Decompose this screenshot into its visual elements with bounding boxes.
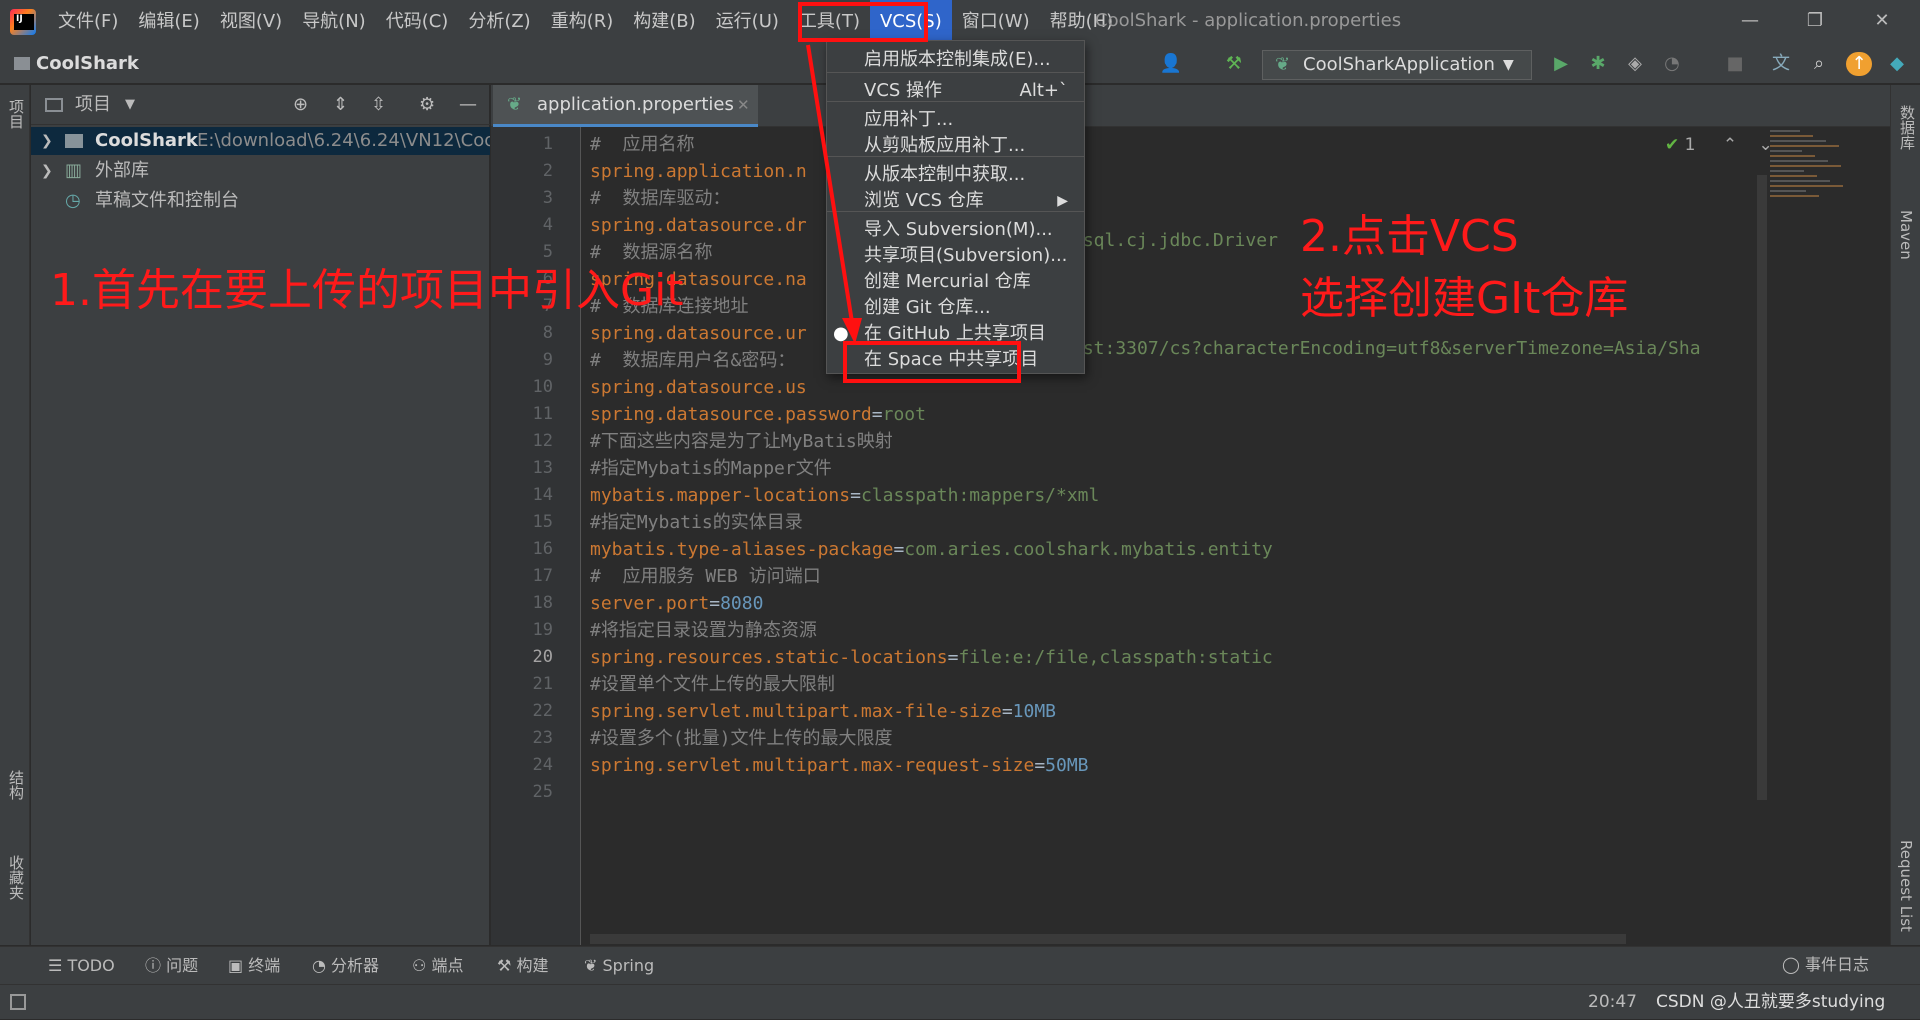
- terminal-icon: ▣: [228, 956, 249, 975]
- toolwindow-label: 问题: [166, 956, 199, 975]
- watermark-text: CSDN @人丑就要多studying: [1656, 992, 1886, 1012]
- toolwindow-label: 构建: [516, 956, 549, 975]
- toolwindow-label: 端点: [431, 956, 464, 975]
- toolwindow-2[interactable]: ▣ 终端: [228, 947, 280, 985]
- build-icon: ⚒: [497, 956, 517, 975]
- event-log-button[interactable]: ◯ 事件日志: [1782, 946, 1869, 984]
- toolwindow-4[interactable]: ⚇ 端点: [412, 947, 463, 985]
- layout-icon[interactable]: [10, 994, 26, 1010]
- annotation-arrow: [806, 44, 862, 344]
- event-log-label: 事件日志: [1805, 955, 1870, 974]
- toolwindow-label: 分析器: [331, 956, 380, 975]
- tool-window-bar: ☰ TODO ⓘ 问题 ▣ 终端 ◔ 分析器 ⚇ 端点 ⚒ 构建 ❦ Spring: [0, 946, 1920, 984]
- endpoints-icon: ⚇: [412, 956, 432, 975]
- toolwindow-3[interactable]: ◔ 分析器: [312, 947, 379, 985]
- toolwindow-0[interactable]: ☰ TODO: [48, 947, 115, 985]
- toolwindow-label: 终端: [248, 956, 281, 975]
- toolwindow-label: TODO: [67, 956, 115, 975]
- toolwindow-6[interactable]: ❦ Spring: [584, 947, 654, 985]
- annotation-step2-line2: 选择创建GIt仓库: [1300, 273, 1629, 324]
- status-bar: 20:47 CSDN @人丑就要多studying: [0, 984, 1920, 1019]
- caret-time: 20:47: [1588, 992, 1637, 1012]
- toolwindow-5[interactable]: ⚒ 构建: [497, 947, 548, 985]
- event-log-icon: ◯: [1782, 955, 1800, 974]
- annotation-step2-line1: 2.点击VCS: [1300, 211, 1519, 262]
- toolwindow-label: Spring: [602, 956, 655, 975]
- annotation-step1: 1.首先在要上传的项目中引入Git: [50, 265, 684, 316]
- spring-icon: ❦: [584, 956, 603, 975]
- profiler-icon: ◔: [312, 956, 332, 975]
- problems-icon: ⓘ: [145, 956, 167, 975]
- todo-icon: ☰: [48, 956, 68, 975]
- toolwindow-1[interactable]: ⓘ 问题: [145, 947, 198, 985]
